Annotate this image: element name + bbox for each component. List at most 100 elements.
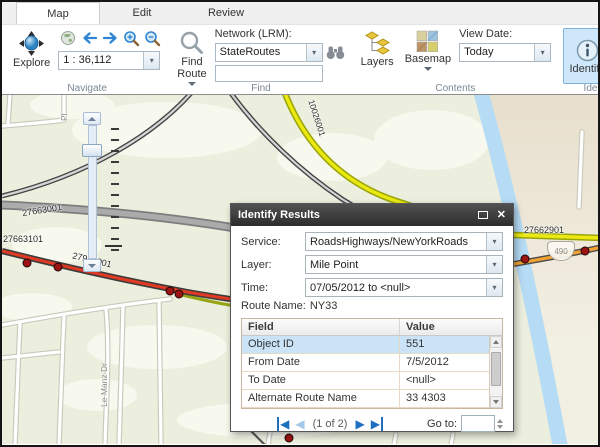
goto-spinner[interactable] (497, 419, 503, 429)
explore-icon (18, 30, 45, 57)
dialog-title-bar[interactable]: Identify Results ✕ (231, 204, 513, 226)
view-date-combobox[interactable]: Today ▾ (459, 43, 551, 62)
layers-button[interactable]: Layers (358, 28, 397, 70)
chevron-down-icon[interactable]: ▾ (486, 279, 502, 296)
zoom-slider-down-button[interactable] (83, 259, 101, 272)
dialog-title: Identify Results (238, 209, 320, 221)
scrollbar-thumb[interactable] (491, 352, 501, 386)
back-arrow-icon[interactable] (79, 29, 99, 47)
cell-field: Alternate Route Name (242, 390, 400, 407)
page-indicator: (1 of 2) (313, 418, 348, 430)
magnifier-icon (179, 30, 205, 56)
scale-combobox[interactable]: 1 : 36,112 ▾ (58, 51, 160, 70)
cell-field: Object ID (242, 336, 400, 353)
first-page-button[interactable]: ◀ (277, 417, 289, 431)
down-arrow-icon (493, 400, 499, 404)
cell-value: 7/5/2012 (400, 354, 502, 371)
ribbon-group-find: Find Route Network (LRM): StateRoutes ▾ (172, 28, 349, 94)
table-row[interactable]: From Date 7/5/2012 (242, 354, 502, 372)
basemap-label: Basemap (405, 53, 451, 65)
ribbon: Explore (2, 25, 598, 94)
results-pager: ◀ ◀ (1 of 2) ▶ ▶ Go to: (241, 414, 503, 433)
goto-page-input[interactable] (461, 415, 495, 432)
view-date-value: Today (460, 44, 534, 61)
table-scrollbar[interactable] (489, 336, 502, 408)
explore-label: Explore (13, 57, 50, 69)
find-route-label: Find (181, 56, 202, 68)
identify-info-icon (575, 38, 600, 63)
zoom-level-major-tick (105, 245, 122, 247)
service-combobox[interactable]: RoadsHighways/NewYorkRoads ▾ (305, 232, 503, 251)
street-label-pl: Pl (59, 113, 69, 121)
layer-combobox[interactable]: Mile Point ▾ (305, 255, 503, 274)
maximize-icon[interactable] (478, 211, 488, 219)
ribbon-group-contents: Layers Basemap (356, 28, 556, 94)
tab-review[interactable]: Review (184, 2, 268, 24)
up-arrow-icon (88, 117, 96, 121)
cell-field: From Date (242, 354, 400, 371)
route-label-27663101: 27663101 (3, 234, 43, 244)
ribbon-group-navigate: Explore (8, 28, 166, 94)
last-page-button[interactable]: ▶ (371, 417, 383, 431)
route-name-label: Route Name: (241, 300, 306, 312)
map-view[interactable]: 27663001 27663101 27935001 10026001 2766… (2, 94, 598, 444)
tab-edit[interactable]: Edit (100, 2, 184, 24)
time-label: Time: (241, 282, 305, 294)
cell-value: 33 4303 (400, 390, 502, 407)
table-row[interactable]: To Date <null> (242, 372, 502, 390)
table-header-row: Field Value (242, 319, 502, 336)
group-label-identify: Identify (561, 83, 600, 94)
network-combobox[interactable]: StateRoutes ▾ (215, 43, 323, 62)
identify-results-dialog: Identify Results ✕ Service: RoadsHighway… (230, 203, 514, 432)
cell-value: <null> (400, 372, 502, 389)
tab-map[interactable]: Map (16, 2, 100, 24)
zoom-slider-handle[interactable] (82, 144, 102, 157)
group-label-contents: Contents (356, 83, 556, 94)
route-name-value: NY33 (310, 300, 338, 312)
time-combobox[interactable]: 07/05/2012 to <null> ▾ (305, 278, 503, 297)
chevron-down-icon[interactable]: ▾ (306, 44, 322, 61)
application-window: Map Edit Review Explore (0, 0, 600, 447)
previous-page-button[interactable]: ◀ (295, 417, 304, 431)
down-arrow-icon (88, 264, 96, 268)
cell-field: To Date (242, 372, 400, 389)
network-value: StateRoutes (216, 44, 306, 61)
layers-icon (364, 30, 391, 56)
basemap-icon (416, 30, 439, 53)
find-route-label2: Route (177, 68, 206, 80)
table-row[interactable]: Object ID 551 (242, 336, 502, 354)
chevron-down-icon[interactable]: ▾ (486, 233, 502, 250)
zoom-in-icon[interactable] (121, 29, 141, 47)
group-label-navigate: Navigate (8, 83, 166, 94)
zoom-out-icon[interactable] (142, 29, 162, 47)
service-label: Service: (241, 236, 305, 248)
map-zoom-slider[interactable] (83, 112, 103, 274)
ribbon-tab-bar: Map Edit Review (2, 2, 598, 25)
up-arrow-icon (493, 340, 499, 344)
find-route-button[interactable]: Find Route (174, 28, 209, 88)
close-icon[interactable]: ✕ (497, 210, 506, 220)
service-value: RoadsHighways/NewYorkRoads (306, 233, 486, 250)
table-row[interactable]: Alternate Route Name 33 4303 (242, 390, 502, 408)
route-value-input[interactable] (215, 65, 323, 82)
scroll-down-button[interactable] (490, 396, 502, 408)
forward-arrow-icon[interactable] (100, 29, 120, 47)
cell-value: 551 (400, 336, 502, 353)
binoculars-icon[interactable] (326, 44, 346, 62)
attributes-table: Field Value Object ID 551 From Date 7/5/… (241, 318, 503, 409)
column-header-field: Field (242, 319, 400, 335)
chevron-down-icon[interactable]: ▾ (143, 52, 159, 69)
network-lrm-label: Network (LRM): (215, 28, 346, 41)
basemap-button[interactable]: Basemap (402, 28, 454, 73)
full-extent-globe-icon[interactable] (58, 29, 78, 47)
identify-button[interactable]: Identify (563, 28, 600, 84)
chevron-down-icon (424, 67, 432, 71)
column-header-value: Value (400, 319, 502, 335)
next-page-button[interactable]: ▶ (355, 417, 364, 431)
zoom-slider-up-button[interactable] (83, 112, 101, 125)
explore-button[interactable]: Explore (10, 28, 53, 71)
scroll-up-button[interactable] (490, 336, 502, 348)
chevron-down-icon[interactable]: ▾ (534, 44, 550, 61)
layers-label: Layers (361, 56, 394, 68)
chevron-down-icon[interactable]: ▾ (486, 256, 502, 273)
